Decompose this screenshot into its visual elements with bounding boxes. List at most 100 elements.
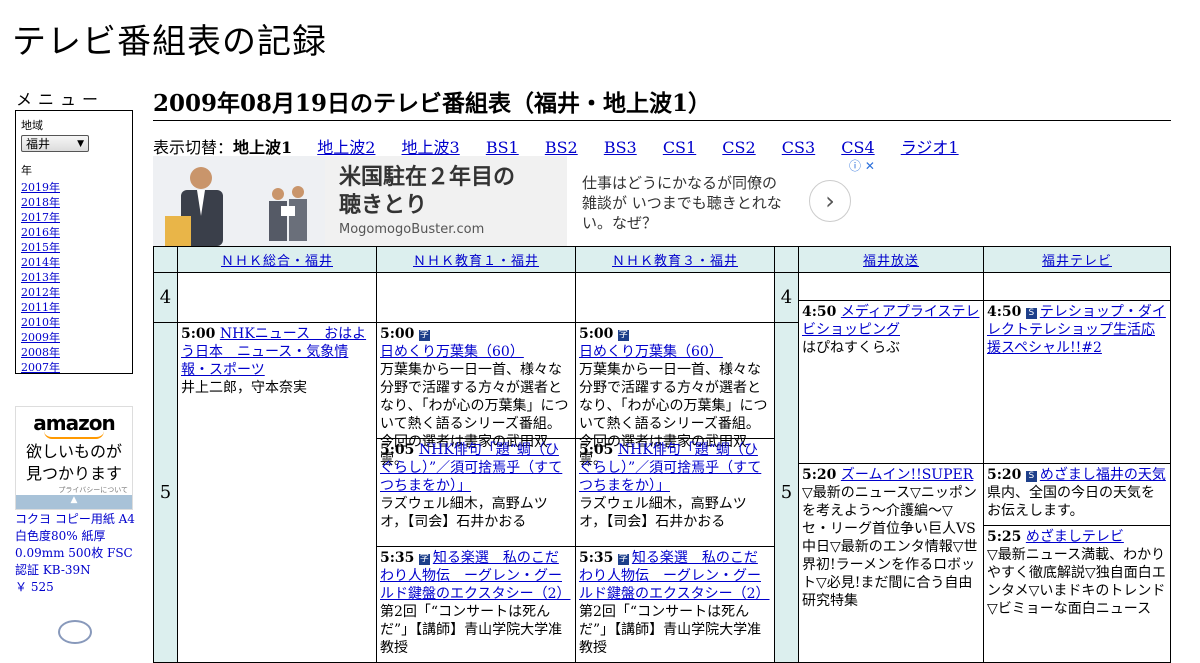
- chevron-down-icon: ▼: [77, 138, 84, 149]
- channel-header-fti: 福井テレビ: [983, 246, 1171, 273]
- page-heading: 2009年08月19日のテレビ番組表（福井・地上波1）: [153, 84, 1171, 121]
- year-link-2013[interactable]: 2013年: [21, 270, 127, 285]
- switcher-link-cs4[interactable]: CS4: [841, 138, 874, 157]
- switcher-link-bs3[interactable]: BS3: [604, 138, 637, 157]
- program-fti-0520: 5:20 S めざまし福井の天気 県内、全国の今日の天気をお伝えします。: [984, 464, 1170, 526]
- program-fti-0525: 5:25 めざましテレビ ▽最新ニュース満載、わかりやすく徹底解説▽独自面白エン…: [984, 526, 1170, 626]
- banner-ad-headline-area: 米国駐在２年目の 聴きとり MogomogoBuster.com: [325, 156, 567, 246]
- year-link-2017[interactable]: 2017年: [21, 210, 127, 225]
- year-link-2015[interactable]: 2015年: [21, 240, 127, 255]
- channel-link-fti[interactable]: 福井テレビ: [1042, 254, 1112, 269]
- cell-nhk-e3-4: [575, 272, 775, 323]
- switcher-label: 表示切替：: [153, 138, 234, 157]
- program-time: 5:35: [579, 550, 614, 566]
- channel-link-nhk-e1[interactable]: ＮＨＫ教育１・福井: [413, 254, 539, 269]
- schedule-table: ＮＨＫ総合・福井 ＮＨＫ教育１・福井 ＮＨＫ教育３・福井 福井放送 福井テレビ …: [153, 246, 1171, 663]
- program-nhk-e3-0535: 5:35 字知る楽選 私のこだわり人物伝 ーグレン・グールド鍵盤のエクスタシー（…: [576, 547, 774, 657]
- program-desc: ラズウェル細木，高野ムツオ，【司会】石井かおる: [380, 496, 548, 530]
- channel-link-nhk-e3[interactable]: ＮＨＫ教育３・福井: [612, 254, 738, 269]
- channel-header-fbc: 福井放送: [798, 246, 984, 273]
- program-nhk-e3-0505: 5:05 NHK俳句「題“蜩（ひぐらし）”／須可捨焉乎（すてつちまをか）」 ラズ…: [576, 439, 774, 547]
- switcher-link-radio1[interactable]: ラジオ1: [901, 138, 959, 157]
- hour-label-5-mid: 5: [774, 322, 799, 663]
- caption-icon: 字: [418, 554, 430, 565]
- hour-label-4-mid: 4: [774, 272, 799, 323]
- channel-header-row: ＮＨＫ総合・福井 ＮＨＫ教育１・福井 ＮＨＫ教育３・福井 福井放送 福井テレビ: [153, 246, 1171, 273]
- program-time: 4:50: [987, 304, 1022, 320]
- year-link-2007[interactable]: 2007年: [21, 360, 127, 375]
- year-link-2012[interactable]: 2012年: [21, 285, 127, 300]
- switcher-link-bs2[interactable]: BS2: [545, 138, 578, 157]
- banner-ad[interactable]: 米国駐在２年目の 聴きとり MogomogoBuster.com 仕事はどうにか…: [153, 156, 881, 246]
- program-time: 5:20: [987, 467, 1022, 483]
- channel-link-nhk-g[interactable]: ＮＨＫ総合・福井: [221, 254, 333, 269]
- switcher-link-cs2[interactable]: CS2: [722, 138, 755, 157]
- year-link-2014[interactable]: 2014年: [21, 255, 127, 270]
- caption-icon: 字: [418, 330, 430, 341]
- program-fbc-0520: 5:20 ズームイン!!SUPER ▽最新のニュース▽ニッポンを考えよう～介護編…: [799, 464, 983, 624]
- switcher-link-terrestrial2[interactable]: 地上波2: [317, 138, 375, 157]
- year-link-2011[interactable]: 2011年: [21, 300, 127, 315]
- year-link-2010[interactable]: 2010年: [21, 315, 127, 330]
- switcher-link-terrestrial3[interactable]: 地上波3: [402, 138, 460, 157]
- program-nhk-e3-0500: 5:00 字日めくり万葉集（60） 万葉集から一日一首、様々な分野で活躍する方々…: [576, 323, 774, 468]
- channel-header-nhk-e1: ＮＨＫ教育１・福井: [376, 246, 576, 273]
- program-desc: ▽最新ニュース満載、わかりやすく徹底解説▽独自面白エンタメ▽いまドキのトレンド▽…: [987, 547, 1166, 617]
- year-link-2009[interactable]: 2009年: [21, 330, 127, 345]
- site-title: テレビ番組表の記録: [12, 22, 327, 62]
- side-ad-bar: ▲: [16, 495, 132, 509]
- side-ad[interactable]: amazon 欲しいものが 見つかります プライバシーについて ▲: [15, 406, 133, 510]
- year-list: 2019年 2018年 2017年 2016年 2015年 2014年 2013…: [21, 180, 127, 375]
- region-label: 地域: [21, 119, 43, 132]
- program-nhk-e1-0535: 5:35 字知る楽選 私のこだわり人物伝 ーグレン・グールド鍵盤のエクスタシー（…: [377, 547, 575, 657]
- cell-fti: 4:50 S テレショップ・ダイレクトテレショップ生活応援スペシャル!!#2 5:…: [983, 272, 1171, 663]
- year-link-2019[interactable]: 2019年: [21, 180, 127, 195]
- region-selected: 福井: [26, 137, 51, 151]
- program-title[interactable]: めざましテレビ: [1026, 529, 1124, 545]
- side-ad-message-2: 見つかります: [25, 464, 122, 483]
- program-title[interactable]: 日めくり万葉集（60）: [579, 344, 723, 360]
- program-time: 5:00: [181, 326, 216, 342]
- program-nhk-e1-0505: 5:05 NHK俳句「題“蜩（ひぐらし）”／須可捨焉乎（すてつちまをか）」 ラズ…: [377, 439, 575, 547]
- channel-link-fbc[interactable]: 福井放送: [863, 254, 919, 269]
- hour-label-5-left: 5: [153, 322, 178, 663]
- hour-row-4: 4 4 4:50 メディアプライステレビショッピング はぴねすくらぶ 5:20 …: [153, 272, 1171, 663]
- year-link-2016[interactable]: 2016年: [21, 225, 127, 240]
- cell-nhk-g-4: [177, 272, 377, 323]
- banner-ad-headline: 米国駐在２年目の 聴きとり: [339, 164, 515, 220]
- program-time: 5:05: [579, 442, 614, 458]
- chevron-right-icon[interactable]: ›: [809, 180, 851, 222]
- caption-icon: 字: [617, 554, 629, 565]
- stereo-icon: S: [1025, 471, 1037, 482]
- adchoices-close-icon[interactable]: ⓘ ✕: [849, 157, 875, 174]
- program-time: 5:25: [987, 529, 1022, 545]
- cell-nhk-e3-5: 5:00 字日めくり万葉集（60） 万葉集から一日一首、様々な分野で活躍する方々…: [575, 322, 775, 663]
- program-nhk-g-0500: 5:00 NHKニュース おはよう日本 ニュース・気象情報・スポーツ 井上二郎，…: [178, 323, 376, 399]
- program-title[interactable]: ズームイン!!SUPER: [841, 467, 973, 483]
- banner-ad-image: [153, 156, 325, 246]
- product-link[interactable]: コクヨ コピー用紙 A4 白色度80% 紙厚 0.09mm 500枚 FSC認証…: [15, 511, 137, 596]
- hour-header-mid: [774, 246, 799, 273]
- cell-nhk-g-5: 5:00 NHKニュース おはよう日本 ニュース・気象情報・スポーツ 井上二郎，…: [177, 322, 377, 663]
- program-desc: はぴねすくらぶ: [802, 340, 900, 356]
- year-link-2008[interactable]: 2008年: [21, 345, 127, 360]
- switcher-link-bs1[interactable]: BS1: [486, 138, 519, 157]
- cell-nhk-e1-4: [376, 272, 576, 323]
- side-ad-message-1: 欲しいものが: [25, 442, 122, 461]
- program-title[interactable]: めざまし福井の天気: [1040, 467, 1166, 483]
- region-select[interactable]: 福井 ▼: [21, 135, 89, 152]
- switcher-link-cs3[interactable]: CS3: [782, 138, 815, 157]
- year-link-2018[interactable]: 2018年: [21, 195, 127, 210]
- badge-icon: [58, 620, 92, 644]
- program-title[interactable]: 日めくり万葉集（60）: [380, 344, 524, 360]
- side-ad-privacy[interactable]: プライバシーについて: [16, 485, 132, 495]
- amazon-logo: amazon: [33, 411, 115, 435]
- program-fbc-0450: 4:50 メディアプライステレビショッピング はぴねすくらぶ: [799, 301, 983, 464]
- hour-label-4-left: 4: [153, 272, 178, 323]
- switcher-link-cs1[interactable]: CS1: [663, 138, 696, 157]
- menu-box: 地域 福井 ▼ 年 2019年 2018年 2017年 2016年 2015年 …: [15, 110, 133, 374]
- caption-icon: 字: [617, 330, 629, 341]
- product-price: ￥ 525: [15, 580, 54, 594]
- channel-switcher: 表示切替：地上波1 地上波2 地上波3 BS1 BS2 BS3 CS1 CS2 …: [153, 134, 980, 158]
- program-desc: 第2回「“コンサートは死んだ”」【講師】青山学院大学准教授: [579, 604, 762, 656]
